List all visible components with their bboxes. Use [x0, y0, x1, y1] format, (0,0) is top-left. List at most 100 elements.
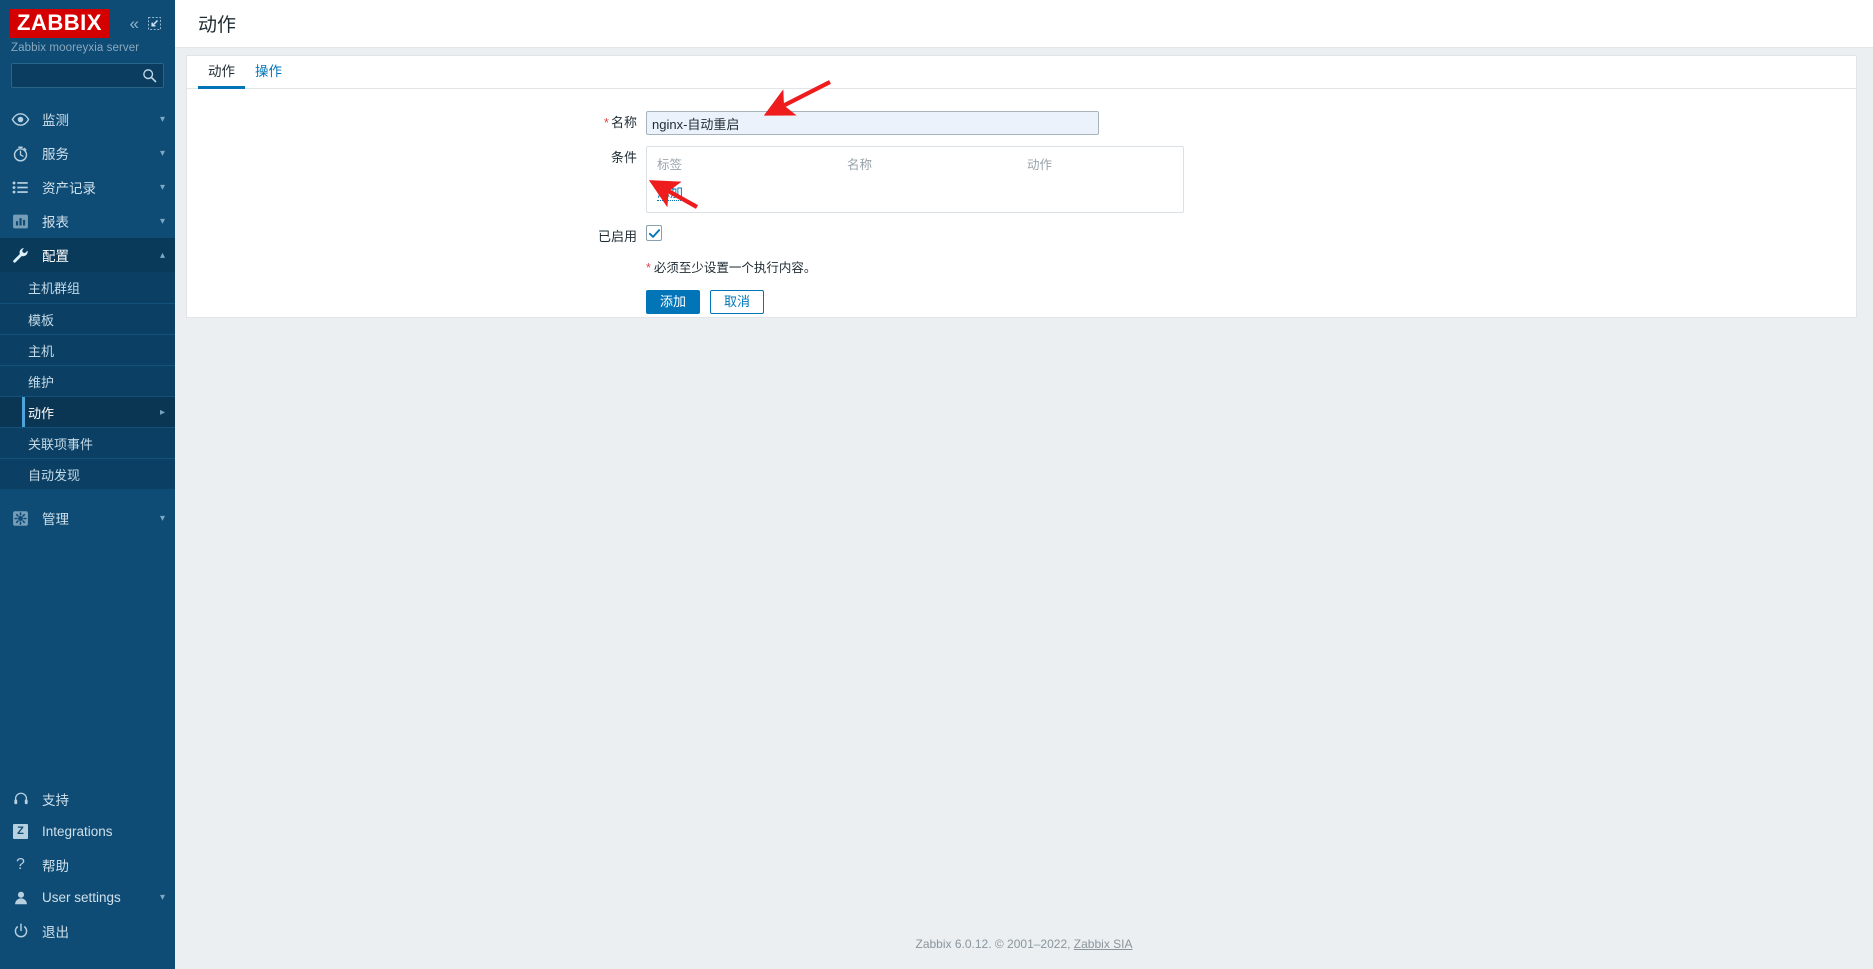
- form-buttons: 添加 取消: [187, 276, 1856, 314]
- sidebar-item-host-groups[interactable]: 主机群组: [0, 272, 175, 303]
- sidebar-subitem-label: 维护: [28, 374, 55, 390]
- add-button[interactable]: 添加: [646, 290, 701, 314]
- cancel-button[interactable]: 取消: [710, 290, 765, 314]
- sidebar-item-help[interactable]: ? 帮助: [0, 848, 175, 881]
- app-root: ZABBIX « Zabbix mooreyxia server 监测 ▾ 服务…: [0, 0, 1873, 969]
- zabbix-z-icon: Z: [11, 822, 30, 841]
- list-icon: [11, 178, 30, 197]
- sidebar-item-monitoring[interactable]: 监测 ▾: [0, 102, 175, 136]
- sidebar-item-label: 支持: [42, 792, 69, 808]
- sidebar-item-label: 资产记录: [42, 181, 96, 196]
- form-hint-text: 必须至少设置一个执行内容。: [653, 261, 817, 275]
- column-header-action: 动作: [1027, 158, 1053, 172]
- sidebar-item-label: 报表: [42, 215, 69, 230]
- sidebar-subitem-label: 动作: [28, 405, 55, 421]
- sidebar-item-inventory[interactable]: 资产记录 ▾: [0, 170, 175, 204]
- conditions-label: 条件: [187, 146, 646, 213]
- sidebar-item-user-settings[interactable]: User settings ▾: [0, 881, 175, 914]
- sidebar-item-label: 服务: [42, 147, 69, 162]
- sidebar-item-label: 退出: [42, 924, 69, 940]
- form-row-name: * 名称: [187, 111, 1856, 135]
- add-condition-link[interactable]: 添加: [657, 185, 684, 201]
- chevron-down-icon[interactable]: ▾: [160, 892, 165, 903]
- search-input[interactable]: [12, 64, 163, 87]
- chevron-right-icon[interactable]: ▸: [160, 407, 165, 418]
- sidebar-nav: 监测 ▾ 服务 ▾ 资产记录 ▾ 报表 ▾ 配置 ▴ 主机群组 模板 主机 维护…: [0, 102, 175, 535]
- enabled-checkbox[interactable]: [646, 225, 662, 241]
- conditions-add-row: 添加: [647, 177, 1183, 202]
- tab-action[interactable]: 动作: [198, 60, 245, 89]
- tab-label: 动作: [208, 64, 235, 79]
- sidebar-subitem-label: 关联项事件: [28, 436, 94, 452]
- sidebar-item-reports[interactable]: 报表 ▾: [0, 204, 175, 238]
- conditions-label-text: 条件: [610, 150, 637, 165]
- sidebar-item-label: 管理: [42, 512, 69, 527]
- search-icon[interactable]: [142, 68, 157, 83]
- form-row-enabled: 已启用: [187, 225, 1856, 249]
- sidebar-item-hosts[interactable]: 主机: [0, 334, 175, 365]
- stopwatch-icon: [11, 144, 30, 163]
- chevron-down-icon[interactable]: ▾: [160, 513, 165, 524]
- search-box[interactable]: [11, 63, 164, 88]
- sidebar-item-label: User settings: [42, 890, 121, 905]
- sidebar-item-services[interactable]: 服务 ▾: [0, 136, 175, 170]
- cog-icon: [11, 509, 30, 528]
- footer-link-zabbix-sia[interactable]: Zabbix SIA: [1074, 937, 1133, 951]
- chevron-down-icon[interactable]: ▾: [160, 216, 165, 227]
- page-title: 动作: [198, 15, 237, 36]
- sidebar-item-label: 配置: [42, 249, 69, 264]
- name-label: * 名称: [187, 111, 646, 135]
- chevron-down-icon[interactable]: ▾: [160, 114, 165, 125]
- sidebar-item-maintenance[interactable]: 维护: [0, 365, 175, 396]
- sidebar-item-discovery[interactable]: 自动发现: [0, 458, 175, 489]
- sidebar-item-signout[interactable]: 退出: [0, 914, 175, 947]
- sidebar-logo-row: ZABBIX «: [0, 0, 175, 38]
- sidebar-item-label: Integrations: [42, 824, 113, 839]
- sidebar-item-administration[interactable]: 管理 ▾: [0, 501, 175, 535]
- sidebar: ZABBIX « Zabbix mooreyxia server 监测 ▾ 服务…: [0, 0, 175, 969]
- footer: Zabbix 6.0.12. © 2001–2022, Zabbix SIA: [175, 937, 1873, 951]
- action-form-panel: 动作 操作 * 名称 nginx-自动重启 条件 标签 名称 动作 添加 已启用…: [186, 55, 1857, 318]
- required-marker: *: [603, 115, 609, 130]
- sidebar-item-label: 监测: [42, 113, 69, 128]
- wrench-icon: [11, 246, 30, 265]
- power-icon: [11, 921, 30, 940]
- sidebar-subitem-label: 主机: [28, 343, 55, 359]
- chevron-down-icon[interactable]: ▾: [160, 148, 165, 159]
- sidebar-bottom-nav: 支持 Z Integrations ? 帮助 User settings ▾ 退…: [0, 782, 175, 969]
- sidebar-item-integrations[interactable]: Z Integrations: [0, 815, 175, 848]
- sidebar-item-support[interactable]: 支持: [0, 782, 175, 815]
- content-wrapper: 动作 操作 * 名称 nginx-自动重启 条件 标签 名称 动作 添加 已启用…: [175, 48, 1873, 318]
- form-tabs: 动作 操作: [187, 56, 1856, 89]
- name-input[interactable]: [646, 111, 1099, 135]
- sidebar-item-configuration[interactable]: 配置 ▴: [0, 238, 175, 272]
- sidebar-logo-actions: «: [130, 15, 165, 32]
- chevron-double-left-icon[interactable]: «: [130, 15, 139, 32]
- eye-icon: [11, 110, 30, 129]
- conditions-table: 标签 名称 动作 添加: [646, 146, 1184, 213]
- sidebar-item-actions[interactable]: 动作 ▸: [0, 396, 175, 427]
- sidebar-item-label: 帮助: [42, 858, 69, 874]
- chart-bar-icon: [11, 212, 30, 231]
- name-label-text: 名称: [610, 115, 637, 130]
- column-header-name: 名称: [847, 158, 873, 172]
- enabled-label: 已启用: [187, 225, 646, 249]
- sidebar-subnav-configuration: 主机群组 模板 主机 维护 动作 ▸ 关联项事件 自动发现: [0, 272, 175, 489]
- form-hint: * 必须至少设置一个执行内容。: [187, 249, 1856, 276]
- chevron-down-icon[interactable]: ▾: [160, 182, 165, 193]
- required-marker: *: [646, 261, 651, 275]
- zabbix-logo[interactable]: ZABBIX: [10, 9, 109, 38]
- action-form: *名称 条件 标签 名称 动作: [187, 89, 1856, 314]
- sidebar-item-templates[interactable]: 模板: [0, 303, 175, 334]
- sidebar-subitem-label: 主机群组: [28, 281, 81, 296]
- column-header-label: 标签: [657, 158, 683, 172]
- collapse-view-icon[interactable]: [148, 17, 161, 30]
- sidebar-item-event-correlation[interactable]: 关联项事件: [0, 427, 175, 458]
- tab-operations[interactable]: 操作: [245, 60, 292, 88]
- sidebar-subitem-label: 自动发现: [28, 467, 81, 483]
- sidebar-subitem-label: 模板: [28, 312, 55, 328]
- headset-icon: [11, 789, 30, 808]
- tab-label: 操作: [255, 64, 282, 79]
- chevron-up-icon[interactable]: ▴: [160, 250, 165, 261]
- sidebar-search: [0, 54, 175, 88]
